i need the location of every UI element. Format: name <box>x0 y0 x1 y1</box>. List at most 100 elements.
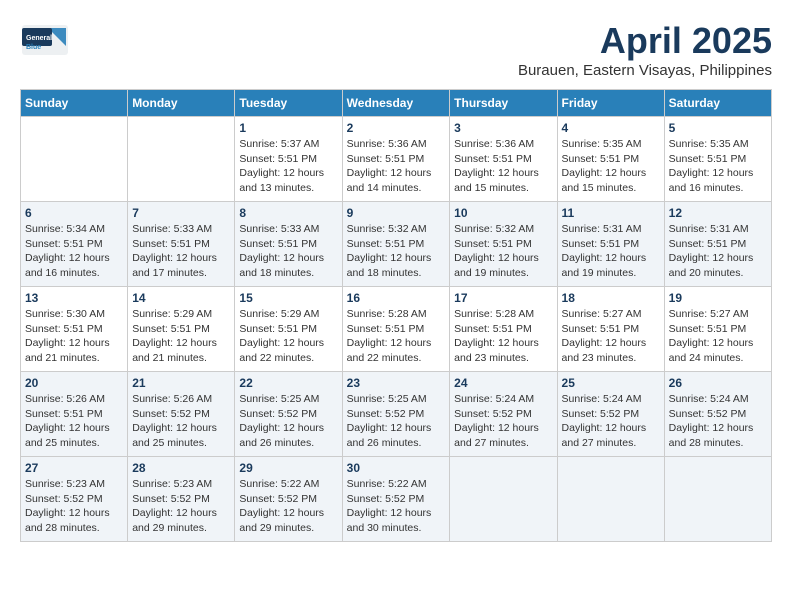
calendar-cell: 9Sunrise: 5:32 AM Sunset: 5:51 PM Daylig… <box>342 202 450 287</box>
calendar-cell: 19 Sunrise: 5:27 AM Sunset: 5:51 PM Dayli… <box>664 287 771 372</box>
svg-text:Blue: Blue <box>26 44 41 51</box>
day-info: Sunrise: 5:32 AM Sunset: 5:51 PM Dayligh… <box>454 222 552 281</box>
calendar-cell <box>664 457 771 542</box>
weekday-saturday: Saturday <box>664 90 771 117</box>
calendar-cell: 10 Sunrise: 5:32 AM Sunset: 5:51 PM Dayli… <box>450 202 557 287</box>
calendar-cell: 2Sunrise: 5:36 AM Sunset: 5:51 PM Daylig… <box>342 117 450 202</box>
day-number: 16 <box>347 291 446 305</box>
calendar-cell: 24Sunrise: 5:24 AM Sunset: 5:52 PM Dayli… <box>450 372 557 457</box>
day-info: Sunrise: 5:22 AM Sunset: 5:52 PM Dayligh… <box>347 477 446 536</box>
day-number: 20 <box>25 376 123 390</box>
day-number: 10 <box>454 206 552 220</box>
calendar-cell: 16Sunrise: 5:28 AM Sunset: 5:51 PM Dayli… <box>342 287 450 372</box>
calendar-cell: 20Sunrise: 5:26 AM Sunset: 5:51 PM Dayli… <box>21 372 128 457</box>
day-info: Sunrise: 5:24 AM Sunset: 5:52 PM Dayligh… <box>562 392 660 451</box>
calendar-cell: 13Sunrise: 5:30 AM Sunset: 5:51 PM Dayli… <box>21 287 128 372</box>
day-number: 24 <box>454 376 552 390</box>
day-number: 7 <box>132 206 230 220</box>
calendar-cell: 29 Sunrise: 5:22 AM Sunset: 5:52 PM Dayli… <box>235 457 342 542</box>
calendar-cell: 26 Sunrise: 5:24 AM Sunset: 5:52 PM Dayli… <box>664 372 771 457</box>
calendar-cell: 18 Sunrise: 5:27 AM Sunset: 5:51 PM Dayli… <box>557 287 664 372</box>
day-info: Sunrise: 5:35 AM Sunset: 5:51 PM Dayligh… <box>669 137 767 196</box>
calendar-cell <box>450 457 557 542</box>
calendar-cell: 11 Sunrise: 5:31 AM Sunset: 5:51 PM Dayli… <box>557 202 664 287</box>
day-info: Sunrise: 5:37 AM Sunset: 5:51 PM Dayligh… <box>239 137 337 196</box>
day-info: Sunrise: 5:33 AM Sunset: 5:51 PM Dayligh… <box>239 222 337 281</box>
day-info: Sunrise: 5:23 AM Sunset: 5:52 PM Dayligh… <box>132 477 230 536</box>
calendar-row-5: 27 Sunrise: 5:23 AM Sunset: 5:52 PM Dayli… <box>21 457 772 542</box>
day-number: 14 <box>132 291 230 305</box>
logo: General Blue <box>20 20 70 60</box>
calendar-cell <box>557 457 664 542</box>
day-number: 25 <box>562 376 660 390</box>
location-title: Burauen, Eastern Visayas, Philippines <box>518 62 772 79</box>
day-info: Sunrise: 5:29 AM Sunset: 5:51 PM Dayligh… <box>239 307 337 366</box>
weekday-thursday: Thursday <box>450 90 557 117</box>
day-number: 3 <box>454 121 552 135</box>
calendar-cell: 5 Sunrise: 5:35 AM Sunset: 5:51 PM Daylig… <box>664 117 771 202</box>
day-info: Sunrise: 5:24 AM Sunset: 5:52 PM Dayligh… <box>669 392 767 451</box>
calendar-cell: 28 Sunrise: 5:23 AM Sunset: 5:52 PM Dayli… <box>128 457 235 542</box>
calendar-cell: 6Sunrise: 5:34 AM Sunset: 5:51 PM Daylig… <box>21 202 128 287</box>
day-number: 8 <box>239 206 337 220</box>
day-number: 23 <box>347 376 446 390</box>
weekday-tuesday: Tuesday <box>235 90 342 117</box>
day-number: 17 <box>454 291 552 305</box>
day-number: 18 <box>562 291 660 305</box>
calendar-cell: 7 Sunrise: 5:33 AM Sunset: 5:51 PM Daylig… <box>128 202 235 287</box>
day-info: Sunrise: 5:31 AM Sunset: 5:51 PM Dayligh… <box>562 222 660 281</box>
day-number: 26 <box>669 376 767 390</box>
calendar-cell: 21 Sunrise: 5:26 AM Sunset: 5:52 PM Dayli… <box>128 372 235 457</box>
calendar-cell: 30 Sunrise: 5:22 AM Sunset: 5:52 PM Dayli… <box>342 457 450 542</box>
day-info: Sunrise: 5:35 AM Sunset: 5:51 PM Dayligh… <box>562 137 660 196</box>
day-number: 19 <box>669 291 767 305</box>
weekday-monday: Monday <box>128 90 235 117</box>
day-info: Sunrise: 5:27 AM Sunset: 5:51 PM Dayligh… <box>669 307 767 366</box>
calendar-cell: 22 Sunrise: 5:25 AM Sunset: 5:52 PM Dayli… <box>235 372 342 457</box>
day-info: Sunrise: 5:28 AM Sunset: 5:51 PM Dayligh… <box>454 307 552 366</box>
day-info: Sunrise: 5:26 AM Sunset: 5:52 PM Dayligh… <box>132 392 230 451</box>
day-number: 12 <box>669 206 767 220</box>
day-number: 28 <box>132 461 230 475</box>
calendar-cell <box>21 117 128 202</box>
page-header: General Blue April 2025 Burauen, Eastern… <box>20 20 772 79</box>
calendar-cell: 25 Sunrise: 5:24 AM Sunset: 5:52 PM Dayli… <box>557 372 664 457</box>
day-number: 6 <box>25 206 123 220</box>
day-number: 15 <box>239 291 337 305</box>
day-info: Sunrise: 5:25 AM Sunset: 5:52 PM Dayligh… <box>239 392 337 451</box>
calendar-cell: 12 Sunrise: 5:31 AM Sunset: 5:51 PM Dayli… <box>664 202 771 287</box>
day-number: 22 <box>239 376 337 390</box>
weekday-sunday: Sunday <box>21 90 128 117</box>
calendar-cell: 23 Sunrise: 5:25 AM Sunset: 5:52 PM Dayli… <box>342 372 450 457</box>
calendar-row-1: 1Sunrise: 5:37 AM Sunset: 5:51 PM Daylig… <box>21 117 772 202</box>
month-title: April 2025 <box>518 20 772 62</box>
calendar-cell: 17 Sunrise: 5:28 AM Sunset: 5:51 PM Dayli… <box>450 287 557 372</box>
day-info: Sunrise: 5:22 AM Sunset: 5:52 PM Dayligh… <box>239 477 337 536</box>
day-number: 11 <box>562 206 660 220</box>
weekday-header-row: SundayMondayTuesdayWednesdayThursdayFrid… <box>21 90 772 117</box>
day-info: Sunrise: 5:33 AM Sunset: 5:51 PM Dayligh… <box>132 222 230 281</box>
day-info: Sunrise: 5:32 AM Sunset: 5:51 PM Dayligh… <box>347 222 446 281</box>
calendar-row-2: 6Sunrise: 5:34 AM Sunset: 5:51 PM Daylig… <box>21 202 772 287</box>
day-number: 21 <box>132 376 230 390</box>
day-info: Sunrise: 5:29 AM Sunset: 5:51 PM Dayligh… <box>132 307 230 366</box>
calendar-cell: 15 Sunrise: 5:29 AM Sunset: 5:51 PM Dayli… <box>235 287 342 372</box>
calendar-table: SundayMondayTuesdayWednesdayThursdayFrid… <box>20 89 772 542</box>
calendar-cell: 4Sunrise: 5:35 AM Sunset: 5:51 PM Daylig… <box>557 117 664 202</box>
day-number: 29 <box>239 461 337 475</box>
calendar-row-3: 13Sunrise: 5:30 AM Sunset: 5:51 PM Dayli… <box>21 287 772 372</box>
day-number: 30 <box>347 461 446 475</box>
calendar-cell: 1Sunrise: 5:37 AM Sunset: 5:51 PM Daylig… <box>235 117 342 202</box>
day-number: 2 <box>347 121 446 135</box>
calendar-cell: 27 Sunrise: 5:23 AM Sunset: 5:52 PM Dayli… <box>21 457 128 542</box>
day-number: 27 <box>25 461 123 475</box>
day-info: Sunrise: 5:23 AM Sunset: 5:52 PM Dayligh… <box>25 477 123 536</box>
day-info: Sunrise: 5:25 AM Sunset: 5:52 PM Dayligh… <box>347 392 446 451</box>
calendar-cell: 8 Sunrise: 5:33 AM Sunset: 5:51 PM Daylig… <box>235 202 342 287</box>
weekday-friday: Friday <box>557 90 664 117</box>
day-info: Sunrise: 5:27 AM Sunset: 5:51 PM Dayligh… <box>562 307 660 366</box>
day-info: Sunrise: 5:31 AM Sunset: 5:51 PM Dayligh… <box>669 222 767 281</box>
calendar-cell <box>128 117 235 202</box>
svg-text:General: General <box>26 35 52 42</box>
day-number: 5 <box>669 121 767 135</box>
